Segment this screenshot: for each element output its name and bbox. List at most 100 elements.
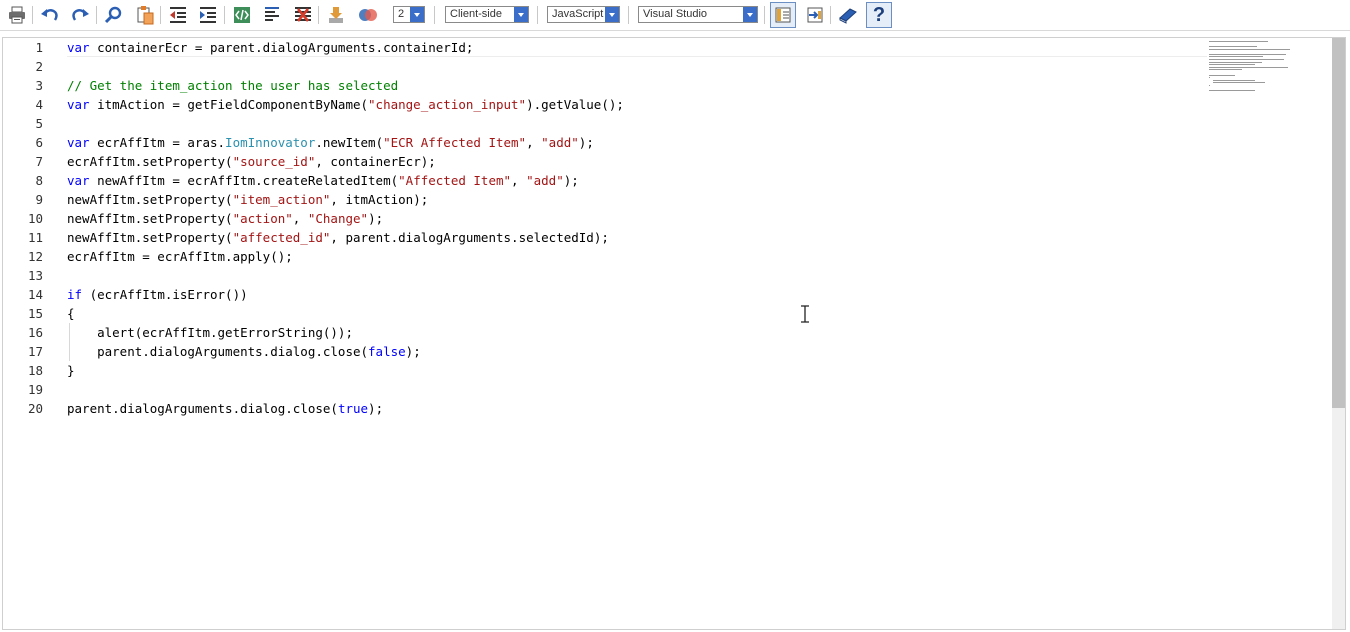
code-line[interactable]: parent.dialogArguments.dialog.close(true… [67, 399, 1207, 418]
code-token: var [67, 173, 90, 188]
format-lines-icon [265, 7, 279, 21]
code-token: , itmAction); [330, 192, 429, 207]
download-icon [329, 7, 343, 23]
code-token: , containerEcr); [315, 154, 436, 169]
code-token: ).getValue(); [526, 97, 624, 112]
redo-button[interactable] [68, 3, 92, 27]
line-number: 3 [35, 78, 43, 93]
undo-button[interactable] [38, 3, 62, 27]
code-line[interactable]: ecrAffItm = ecrAffItm.apply(); [67, 247, 1207, 266]
chevron-down-icon [410, 7, 424, 22]
page-select[interactable]: 2 [393, 6, 425, 23]
line-number: 5 [35, 116, 43, 131]
code-token: "change_action_input" [368, 97, 527, 112]
code-line[interactable] [67, 266, 1207, 285]
find-button[interactable] [102, 3, 126, 27]
code-editor[interactable]: 1 2 3 4 5 6 7 8 9 10 11 12 13 14 15 16 17 18 19 20 var cont… [2, 37, 1346, 630]
export-button[interactable] [803, 3, 827, 27]
link-circles-button[interactable] [356, 3, 380, 27]
code-token: ecrAffItm = aras. [89, 135, 226, 150]
paste-button[interactable] [133, 3, 157, 27]
line-number: 9 [35, 192, 43, 207]
line-number: 16 [27, 325, 43, 340]
theme-select[interactable]: Visual Studio [638, 6, 758, 23]
book-icon [839, 8, 857, 24]
panel-toggle-button[interactable] [770, 2, 796, 28]
code-line[interactable]: { [67, 304, 1207, 323]
code-token: // Get the item_action the user has sele… [67, 78, 399, 93]
code-line[interactable]: newAffItm.setProperty("affected_id", par… [67, 228, 1207, 247]
clear-format-icon [295, 7, 311, 22]
theme-select-value: Visual Studio [643, 8, 708, 20]
code-token: newAffItm = ecrAffItm.createRelatedItem( [89, 173, 399, 188]
chevron-down-icon [605, 7, 619, 22]
outdent-button[interactable] [166, 3, 190, 27]
indent-button[interactable] [196, 3, 220, 27]
undo-icon [41, 9, 58, 21]
text-cursor-icon [801, 305, 809, 323]
code-line[interactable]: var containerEcr = parent.dialogArgument… [67, 38, 1207, 57]
code-line[interactable] [67, 380, 1207, 399]
code-line[interactable]: ecrAffItm.setProperty("source_id", conta… [67, 152, 1207, 171]
code-token: false [368, 344, 406, 359]
code-line[interactable]: // Get the item_action the user has sele… [67, 76, 1207, 95]
code-token: "Affected Item" [398, 173, 512, 188]
code-line[interactable]: var itmAction = getFieldComponentByName(… [67, 95, 1207, 114]
line-number-gutter: 1 2 3 4 5 6 7 8 9 10 11 12 13 14 15 16 17 18 19 20 [3, 38, 59, 418]
code-token: .newItem( [315, 135, 384, 150]
code-token: if [67, 287, 83, 302]
code-line[interactable] [67, 114, 1207, 133]
code-minimap[interactable] [1209, 40, 1329, 92]
line-number: 19 [27, 382, 43, 397]
code-line[interactable]: newAffItm.setProperty("action", "Change"… [67, 209, 1207, 228]
code-token: (ecrAffItm.isError()) [82, 287, 248, 302]
code-token: ); [563, 173, 579, 188]
code-token: newAffItm.setProperty( [67, 230, 233, 245]
code-token: containerEcr = parent.dialogArguments.co… [89, 40, 474, 55]
code-line[interactable]: alert(ecrAffItm.getErrorString()); [67, 323, 1207, 342]
code-token: newAffItm.setProperty( [67, 211, 233, 226]
paste-icon [137, 6, 154, 25]
code-line[interactable]: newAffItm.setProperty("item_action", itm… [67, 190, 1207, 209]
code-token: newAffItm.setProperty( [67, 192, 233, 207]
clear-format-button[interactable] [291, 3, 315, 27]
code-token: ); [368, 211, 384, 226]
code-token: true [337, 401, 369, 416]
help-button[interactable]: ? [866, 2, 892, 28]
editor-toolbar: 2 Client-side JavaScript Visual Studio ? [0, 0, 1350, 31]
code-token: ); [405, 344, 421, 359]
line-number: 18 [27, 363, 43, 378]
code-line[interactable]: parent.dialogArguments.dialog.close(fals… [67, 342, 1207, 361]
vertical-scrollbar[interactable] [1332, 38, 1345, 629]
code-line[interactable] [67, 57, 1207, 76]
chevron-down-icon [514, 7, 528, 22]
location-select[interactable]: Client-side [445, 6, 529, 23]
code-token: , [292, 211, 308, 226]
line-number: 12 [27, 249, 43, 264]
code-line[interactable]: } [67, 361, 1207, 380]
language-select[interactable]: JavaScript [547, 6, 620, 23]
code-token: , parent.dialogArguments.selectedId); [330, 230, 609, 245]
line-number: 15 [27, 306, 43, 321]
docs-button[interactable] [836, 3, 860, 27]
link-circles-icon [359, 9, 377, 21]
download-button[interactable] [324, 3, 348, 27]
code-line[interactable]: var newAffItm = ecrAffItm.createRelatedI… [67, 171, 1207, 190]
xml-tag-button[interactable] [230, 3, 254, 27]
line-number: 7 [35, 154, 43, 169]
code-token: ecrAffItm = ecrAffItm.apply(); [67, 249, 293, 264]
indent-icon [200, 7, 216, 23]
code-area[interactable]: var containerEcr = parent.dialogArgument… [67, 38, 1207, 418]
code-line[interactable]: var ecrAffItm = aras.IomInnovator.newIte… [67, 133, 1207, 152]
code-token: "add" [526, 173, 564, 188]
code-token: "item_action" [232, 192, 331, 207]
code-line[interactable]: if (ecrAffItm.isError()) [67, 285, 1207, 304]
code-token: ); [578, 135, 594, 150]
code-token: ecrAffItm.setProperty( [67, 154, 233, 169]
scrollbar-thumb[interactable] [1332, 38, 1345, 408]
page-select-value: 2 [398, 8, 405, 20]
print-button[interactable] [5, 3, 29, 27]
code-token: itmAction = getFieldComponentByName( [89, 97, 369, 112]
code-token: { [67, 306, 75, 321]
format-lines-button[interactable] [260, 3, 284, 27]
